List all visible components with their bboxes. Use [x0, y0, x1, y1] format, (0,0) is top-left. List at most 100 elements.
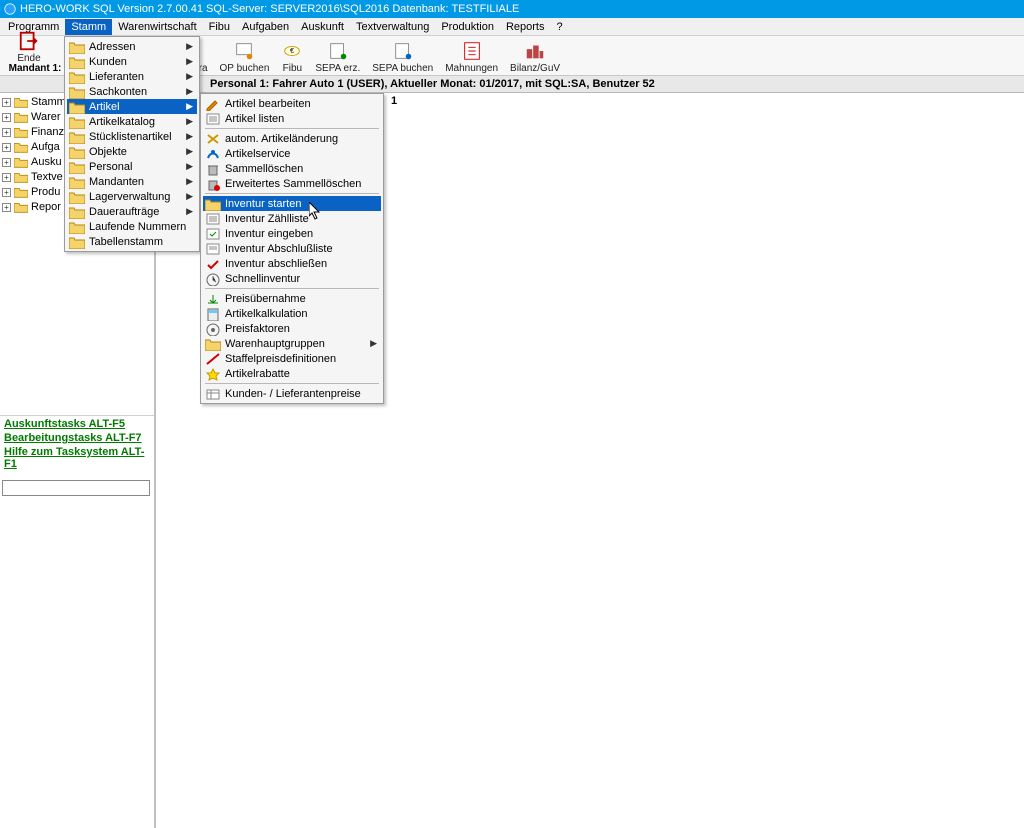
menu-item-inventur-abschlu-liste[interactable]: Inventur Abschlußliste — [203, 241, 381, 256]
menu-item-laufende-nummern[interactable]: Laufende Nummern — [67, 219, 197, 234]
menu-item-label: Artikelrabatte — [225, 368, 290, 380]
menu-item-inventur-abschlie-en[interactable]: Inventur abschließen — [203, 256, 381, 271]
menu-fibu[interactable]: Fibu — [203, 19, 236, 35]
tree-label: Textve — [31, 171, 63, 183]
menu-item-kunden-lieferantenpreise[interactable]: Kunden- / Lieferantenpreise — [203, 386, 381, 401]
menu-item-artikel[interactable]: Artikel▶ — [67, 99, 197, 114]
menu-item-label: Inventur abschließen — [225, 258, 327, 270]
search-input[interactable] — [2, 480, 150, 496]
menu-item-sammell-schen[interactable]: Sammellöschen — [203, 161, 381, 176]
app-icon — [4, 3, 16, 15]
menu-textverwaltung[interactable]: Textverwaltung — [350, 19, 435, 35]
menu-item-lagerverwaltung[interactable]: Lagerverwaltung▶ — [67, 189, 197, 204]
expand-icon[interactable]: + — [2, 188, 11, 197]
menu-aufgaben[interactable]: Aufgaben — [236, 19, 295, 35]
toolbar-sepa-buchen[interactable]: SEPA buchen — [372, 40, 433, 74]
menu-separator — [205, 383, 379, 384]
menu-item-preis-bernahme[interactable]: Preisübernahme — [203, 291, 381, 306]
menu-item-artikelkatalog[interactable]: Artikelkatalog▶ — [67, 114, 197, 129]
menu-item-dauerauftr-ge[interactable]: Daueraufträge▶ — [67, 204, 197, 219]
submenu-arrow-icon: ▶ — [186, 161, 193, 172]
menu-item-personal[interactable]: Personal▶ — [67, 159, 197, 174]
menu-item-label: Mandanten — [89, 176, 144, 188]
item-icon — [69, 40, 85, 54]
menu-item-preisfaktoren[interactable]: Preisfaktoren — [203, 321, 381, 336]
item-icon — [69, 175, 85, 189]
menu-item-label: Artikel — [89, 101, 120, 113]
expand-icon[interactable]: + — [2, 143, 11, 152]
toolbar-ende[interactable]: Ende — [17, 30, 40, 64]
menu-item-label: Preisübernahme — [225, 293, 306, 305]
menu-produktion[interactable]: Produktion — [435, 19, 500, 35]
menu-item-sachkonten[interactable]: Sachkonten▶ — [67, 84, 197, 99]
menu-item-lieferanten[interactable]: Lieferanten▶ — [67, 69, 197, 84]
menu-item-artikel-bearbeiten[interactable]: Artikel bearbeiten — [203, 96, 381, 111]
menu-item-label: Sammellöschen — [225, 163, 303, 175]
item-icon — [69, 205, 85, 219]
menu-item-artikelservice[interactable]: Artikelservice — [203, 146, 381, 161]
mandant-label: Mandant 1: — [9, 63, 62, 74]
toolbar-label: SEPA erz. — [315, 63, 360, 74]
menu-item-schnellinventur[interactable]: Schnellinventur — [203, 271, 381, 286]
titlebar: HERO-WORK SQL Version 2.7.00.41 SQL-Serv… — [0, 0, 1024, 18]
tool-icon — [524, 40, 546, 62]
menu-item-artikelrabatte[interactable]: Artikelrabatte — [203, 366, 381, 381]
menu-auskunft[interactable]: Auskunft — [295, 19, 350, 35]
menu-item-inventur-z-hlliste[interactable]: Inventur Zählliste — [203, 211, 381, 226]
item-icon — [205, 227, 221, 241]
search-box — [2, 480, 152, 496]
menu-stamm[interactable]: Stamm — [65, 19, 112, 35]
tool-icon — [233, 40, 255, 62]
menu-item-label: Artikelservice — [225, 148, 290, 160]
menu-item-label: Staffelpreisdefinitionen — [225, 353, 336, 365]
menu-item-st-cklistenartikel[interactable]: Stücklistenartikel▶ — [67, 129, 197, 144]
svg-text:€: € — [290, 46, 294, 55]
item-icon — [205, 307, 221, 321]
menu-item-kunden[interactable]: Kunden▶ — [67, 54, 197, 69]
menu-item-warenhauptgruppen[interactable]: Warenhauptgruppen▶ — [203, 336, 381, 351]
toolbar-sepa-erz-[interactable]: SEPA erz. — [315, 40, 360, 74]
tree-label: Warer — [31, 111, 61, 123]
folder-icon — [14, 156, 28, 168]
tree-label: Stamm — [31, 96, 66, 108]
menu-reports[interactable]: Reports — [500, 19, 551, 35]
menu-item-objekte[interactable]: Objekte▶ — [67, 144, 197, 159]
menu-item-staffelpreisdefinitionen[interactable]: Staffelpreisdefinitionen — [203, 351, 381, 366]
menu-item-mandanten[interactable]: Mandanten▶ — [67, 174, 197, 189]
tree-label: Finanz — [31, 126, 64, 138]
menu-item-label: Laufende Nummern — [89, 221, 186, 233]
expand-icon[interactable]: + — [2, 128, 11, 137]
toolbar-label: Fibu — [283, 63, 302, 74]
menu-item-artikelkalkulation[interactable]: Artikelkalkulation — [203, 306, 381, 321]
menu-item-label: Schnellinventur — [225, 273, 300, 285]
menu-warenwirtschaft[interactable]: Warenwirtschaft — [112, 19, 202, 35]
menu-item-label: Erweitertes Sammellöschen — [225, 178, 361, 190]
menu-item-label: Sachkonten — [89, 86, 147, 98]
menu-item-inventur-starten[interactable]: Inventur starten — [203, 196, 381, 211]
toolbar-mahnungen[interactable]: Mahnungen — [445, 40, 498, 74]
menu-item-label: Daueraufträge — [89, 206, 159, 218]
menu-item-erweitertes-sammell-schen[interactable]: Erweitertes Sammellöschen — [203, 176, 381, 191]
expand-icon[interactable]: + — [2, 158, 11, 167]
menu-?[interactable]: ? — [550, 19, 568, 35]
window-title: HERO-WORK SQL Version 2.7.00.41 SQL-Serv… — [20, 3, 519, 15]
submenu-arrow-icon: ▶ — [186, 146, 193, 157]
expand-icon[interactable]: + — [2, 173, 11, 182]
menu-item-adressen[interactable]: Adressen▶ — [67, 39, 197, 54]
toolbar-bilanz-guv[interactable]: Bilanz/GuV — [510, 40, 560, 74]
expand-icon[interactable]: + — [2, 113, 11, 122]
menu-item-label: Warenhauptgruppen — [225, 338, 325, 350]
toolbar-label: Bilanz/GuV — [510, 63, 560, 74]
task-link[interactable]: Auskunftstasks ALT-F5 — [4, 418, 150, 430]
toolbar-fibu[interactable]: € Fibu — [281, 40, 303, 74]
expand-icon[interactable]: + — [2, 98, 11, 107]
menu-item-inventur-eingeben[interactable]: Inventur eingeben — [203, 226, 381, 241]
toolbar-op-buchen[interactable]: OP buchen — [220, 40, 270, 74]
expand-icon[interactable]: + — [2, 203, 11, 212]
task-link[interactable]: Bearbeitungstasks ALT-F7 — [4, 432, 150, 444]
menu-item-artikel-listen[interactable]: Artikel listen — [203, 111, 381, 126]
item-icon — [205, 257, 221, 271]
menu-item-tabellenstamm[interactable]: Tabellenstamm — [67, 234, 197, 249]
task-link[interactable]: Hilfe zum Tasksystem ALT-F1 — [4, 446, 150, 470]
menu-item-autom-artikel-nderung[interactable]: autom. Artikeländerung — [203, 131, 381, 146]
